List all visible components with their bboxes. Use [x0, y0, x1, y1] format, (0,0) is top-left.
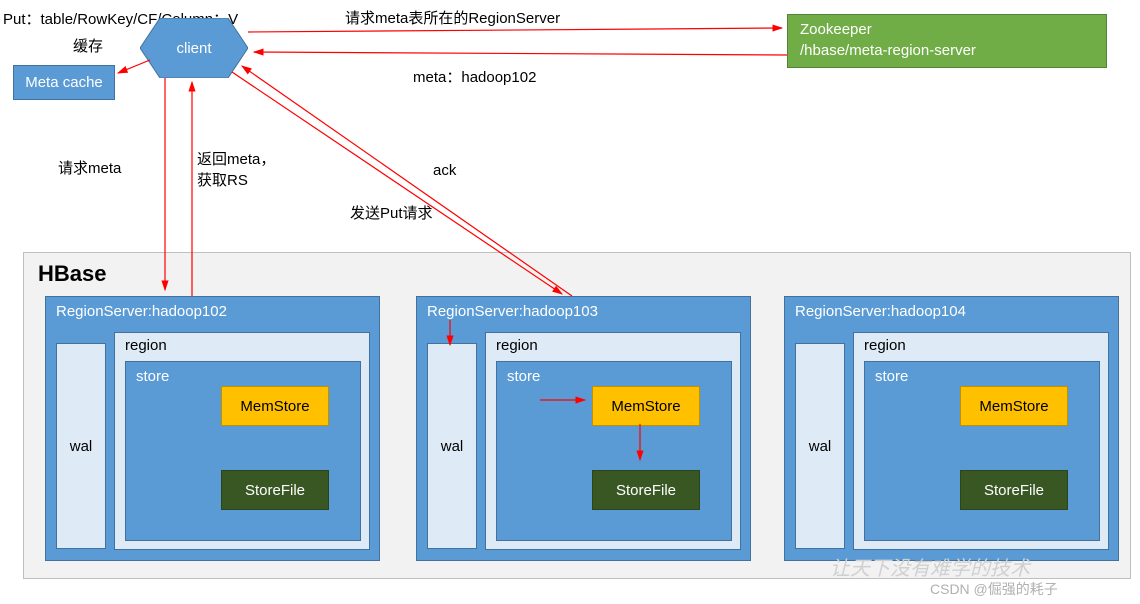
label-return-meta-l1: 返回meta， [197, 149, 275, 170]
label-ack: ack [433, 162, 456, 179]
memstore-2: MemStore [592, 386, 700, 426]
zookeeper-path: /hbase/meta-region-server [800, 40, 1094, 61]
store-title-3: store [875, 368, 908, 385]
hbase-container: HBase RegionServer:hadoop102 wal region … [23, 252, 1131, 579]
region-server-1: RegionServer:hadoop102 wal region store … [45, 296, 380, 561]
wal-label-1: wal [70, 438, 93, 455]
memstore-label-2: MemStore [611, 398, 680, 415]
memstore-3: MemStore [960, 386, 1068, 426]
region-1: region store MemStore StoreFile [114, 332, 370, 550]
region-title-1: region [125, 337, 167, 354]
label-return-meta-l2: 获取RS [197, 170, 275, 191]
memstore-label-3: MemStore [979, 398, 1048, 415]
client-label: client [140, 18, 248, 78]
storefile-label-2: StoreFile [616, 482, 676, 499]
region-server-3: RegionServer:hadoop104 wal region store … [784, 296, 1119, 561]
wal-label-3: wal [809, 438, 832, 455]
store-1: store MemStore StoreFile [125, 361, 361, 541]
region-3: region store MemStore StoreFile [853, 332, 1109, 550]
wal-3: wal [795, 343, 845, 549]
wal-label-2: wal [441, 438, 464, 455]
region-title-2: region [496, 337, 538, 354]
storefile-2: StoreFile [592, 470, 700, 510]
store-title-1: store [136, 368, 169, 385]
label-request-meta: 请求meta [58, 157, 121, 178]
wal-1: wal [56, 343, 106, 549]
region-server-2: RegionServer:hadoop103 wal region store … [416, 296, 751, 561]
rs-title-1: RegionServer:hadoop102 [56, 303, 227, 320]
label-meta-hadoop: meta：hadoop102 [413, 66, 536, 87]
hbase-title: HBase [38, 261, 106, 287]
zookeeper-title: Zookeeper [800, 19, 1094, 40]
storefile-3: StoreFile [960, 470, 1068, 510]
client-node: client [140, 18, 248, 78]
store-2: store MemStore StoreFile [496, 361, 732, 541]
label-return-meta: 返回meta， 获取RS [197, 149, 275, 191]
storefile-1: StoreFile [221, 470, 329, 510]
watermark: 让天下没有难学的技术 [830, 552, 1030, 581]
cache-label: 缓存 [73, 35, 103, 56]
label-send-put: 发送Put请求 [350, 202, 433, 223]
csdn-credit: CSDN @倔强的耗子 [930, 579, 1058, 599]
storefile-label-3: StoreFile [984, 482, 1044, 499]
meta-cache-box: Meta cache [13, 65, 115, 100]
storefile-label-1: StoreFile [245, 482, 305, 499]
rs-title-2: RegionServer:hadoop103 [427, 303, 598, 320]
region-2: region store MemStore StoreFile [485, 332, 741, 550]
memstore-1: MemStore [221, 386, 329, 426]
store-title-2: store [507, 368, 540, 385]
wal-2: wal [427, 343, 477, 549]
meta-cache-label: Meta cache [25, 74, 103, 91]
zookeeper-box: Zookeeper /hbase/meta-region-server [787, 14, 1107, 68]
label-request-meta-regionserver: 请求meta表所在的RegionServer [345, 7, 560, 28]
memstore-label-1: MemStore [240, 398, 309, 415]
rs-title-3: RegionServer:hadoop104 [795, 303, 966, 320]
region-title-3: region [864, 337, 906, 354]
store-3: store MemStore StoreFile [864, 361, 1100, 541]
